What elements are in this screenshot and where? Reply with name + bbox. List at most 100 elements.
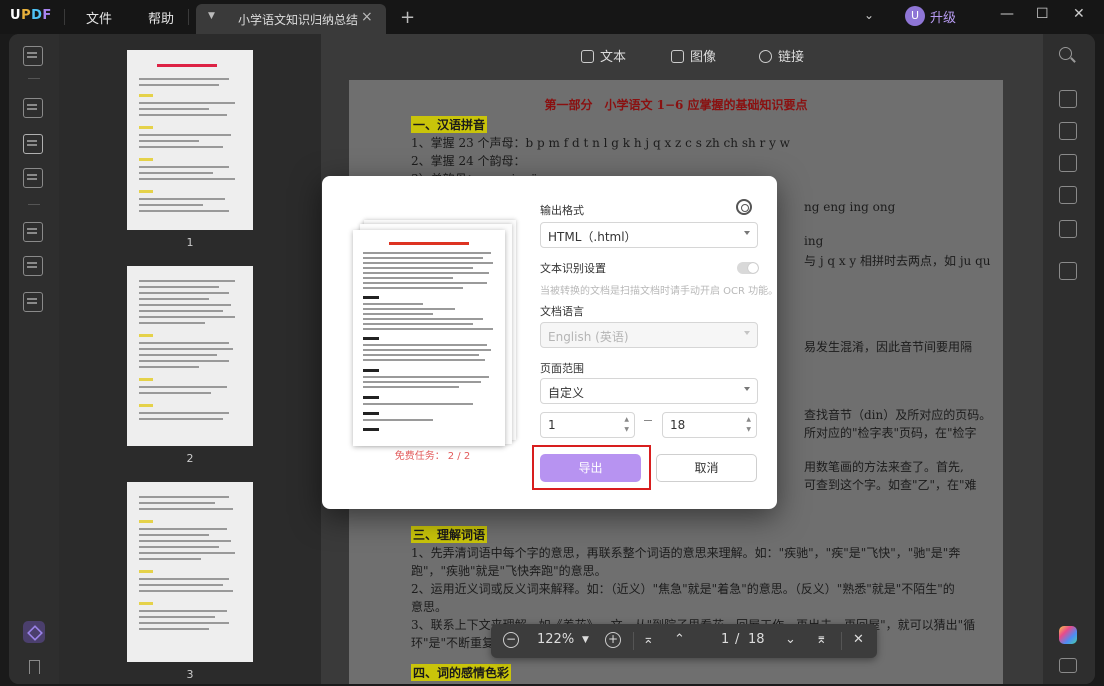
page-navigation-bar: − 122% ▼ + ⌅ ⌃ 1 / 18 ⌄ ⌆ ✕ xyxy=(491,624,877,658)
page-thumbnail-3[interactable] xyxy=(127,482,253,662)
ocr-toggle[interactable] xyxy=(737,262,759,274)
left-toolbar xyxy=(9,34,59,684)
body-text: 2、运用近义词或反义词来解释。如：（近义）"焦急"就是"着急"的意思。（反义）"… xyxy=(411,582,955,596)
thumbnail-page-number: 2 xyxy=(186,452,194,465)
share-icon[interactable] xyxy=(1059,186,1077,204)
convert-icon[interactable] xyxy=(1059,122,1077,140)
add-text-button[interactable]: 文本 xyxy=(581,46,626,65)
first-page-icon[interactable]: ⌅ xyxy=(643,632,654,647)
spin-up-icon[interactable]: ▲ xyxy=(624,416,629,423)
page-heading: 第一部分 小学语文 1−6 应掌握的基础知识要点 xyxy=(544,98,808,112)
caret-down-icon xyxy=(744,331,750,335)
ocr-icon[interactable] xyxy=(1059,90,1077,108)
email-icon[interactable] xyxy=(1059,220,1077,238)
comment-icon[interactable] xyxy=(23,98,43,118)
page-range-select[interactable]: 自定义 xyxy=(540,378,758,404)
link-icon xyxy=(759,50,772,63)
text-icon xyxy=(581,50,594,63)
document-language-label: 文档语言 xyxy=(540,305,584,318)
export-dialog: 免费任务： 2 / 2 输出格式 HTML（.html） 文本识别设置 当被转换的… xyxy=(322,176,779,509)
spin-down-icon[interactable]: ▼ xyxy=(624,426,629,433)
avatar[interactable]: U xyxy=(905,6,925,26)
save-icon[interactable] xyxy=(1059,262,1077,280)
protect-icon[interactable] xyxy=(23,292,43,312)
ocr-settings-label: 文本识别设置 xyxy=(540,262,606,275)
tab-close-icon[interactable]: × xyxy=(361,9,373,25)
edit-pdf-icon[interactable] xyxy=(23,134,43,154)
tab-dropdown-icon[interactable]: ▼ xyxy=(208,11,215,21)
section-heading: 三、理解词语 xyxy=(411,526,488,543)
gear-icon[interactable] xyxy=(736,199,752,215)
zoom-out-button[interactable]: − xyxy=(503,632,519,648)
new-tab-button[interactable]: + xyxy=(400,7,415,28)
search-icon[interactable] xyxy=(1059,47,1072,60)
page-slash: / xyxy=(735,632,740,647)
close-nav-icon[interactable]: ✕ xyxy=(853,632,864,647)
body-text: 1、掌握 23 个声母：b p m f d t n l g k h j q x … xyxy=(411,136,790,150)
current-page-input[interactable]: 1 xyxy=(721,632,729,647)
body-text: 环"是"不断重复 xyxy=(411,636,495,650)
page-thumbnail-1[interactable] xyxy=(127,50,253,230)
total-pages: 18 xyxy=(748,632,765,647)
image-icon xyxy=(671,50,684,63)
form-icon[interactable] xyxy=(23,168,43,188)
spin-down-icon[interactable]: ▼ xyxy=(746,426,751,433)
body-text: 与 j q x y 相拼时去两点，如 ju qu xyxy=(804,254,991,268)
page-thumbnail-2[interactable] xyxy=(127,266,253,446)
reader-mode-icon[interactable] xyxy=(23,46,43,66)
section-heading: 四、词的感情色彩 xyxy=(411,664,512,681)
body-text: ng eng ing ong xyxy=(804,200,896,214)
body-text: 用数笔画的方法来查了。首先, xyxy=(804,460,964,474)
cancel-button[interactable]: 取消 xyxy=(656,454,757,482)
document-tab[interactable]: ▼ 小学语文知识归纳总结 × xyxy=(196,4,386,34)
tab-title: 小学语文知识归纳总结 xyxy=(238,13,359,27)
add-link-button[interactable]: 链接 xyxy=(759,46,804,65)
annotation-highlight-box xyxy=(532,445,651,490)
last-page-icon[interactable]: ⌆ xyxy=(816,632,827,647)
document-language-select: English (英语) xyxy=(540,322,758,348)
protect-file-icon[interactable] xyxy=(1059,154,1077,172)
thumbnail-page-number: 3 xyxy=(186,668,194,681)
section-heading: 一、汉语拼音 xyxy=(411,116,488,133)
body-text: ing xyxy=(804,234,824,248)
right-toolbar xyxy=(1043,34,1095,684)
minimize-button[interactable]: — xyxy=(1000,6,1014,22)
edit-toolbar: 文本 图像 链接 xyxy=(321,34,1043,74)
layers-icon[interactable] xyxy=(23,621,45,643)
updf-logo[interactable]: UPDF xyxy=(10,8,52,23)
caret-down-icon xyxy=(744,387,750,391)
thumbnail-page-number: 1 xyxy=(186,236,194,249)
ai-assistant-icon[interactable] xyxy=(1059,626,1077,644)
previous-page-icon[interactable]: ⌃ xyxy=(674,632,685,647)
menu-file[interactable]: 文件 xyxy=(86,8,112,27)
zoom-in-button[interactable]: + xyxy=(605,632,621,648)
body-text: 1、先弄清词语中每个字的意思，再联系整个词语的意思来理解。如："疾驰"，"疾"是… xyxy=(411,546,961,560)
range-end-input[interactable]: 18 ▲ ▼ xyxy=(662,412,757,438)
maximize-button[interactable]: ☐ xyxy=(1036,6,1049,22)
output-format-select[interactable]: HTML（.html） xyxy=(540,222,758,248)
upgrade-button[interactable]: 升级 xyxy=(930,7,956,26)
spin-up-icon[interactable]: ▲ xyxy=(746,416,751,423)
page-range-label: 页面范围 xyxy=(540,362,584,375)
comment-panel-icon[interactable] xyxy=(1059,658,1077,673)
add-image-button[interactable]: 图像 xyxy=(671,46,716,65)
range-start-input[interactable]: 1 ▲ ▼ xyxy=(540,412,635,438)
menu-help[interactable]: 帮助 xyxy=(148,8,174,27)
toolbar-divider xyxy=(28,78,40,79)
body-text: 2、掌握 24 个韵母： xyxy=(411,154,526,168)
body-text: 查找音节（din）及所对应的页码。 xyxy=(804,408,992,422)
zoom-dropdown-icon[interactable]: ▼ xyxy=(582,635,589,645)
body-text: 跑"，"疾驰"就是"飞快奔跑"的意思。 xyxy=(411,564,607,578)
next-page-icon[interactable]: ⌄ xyxy=(785,632,796,647)
bookmark-icon[interactable] xyxy=(29,660,40,674)
crop-icon[interactable] xyxy=(23,256,43,276)
toggle-knob xyxy=(748,263,758,273)
zoom-level[interactable]: 122% xyxy=(537,632,574,647)
body-text: 意思。 xyxy=(411,600,448,614)
title-divider xyxy=(64,9,65,25)
close-window-button[interactable]: ✕ xyxy=(1073,6,1085,22)
ocr-hint: 当被转换的文档是扫描文档时请手动开启 OCR 功能。 xyxy=(540,286,779,297)
chevron-down-icon[interactable]: ⌄ xyxy=(864,8,874,22)
free-task-counter: 免费任务： 2 / 2 xyxy=(394,451,471,462)
organize-pages-icon[interactable] xyxy=(23,222,43,242)
